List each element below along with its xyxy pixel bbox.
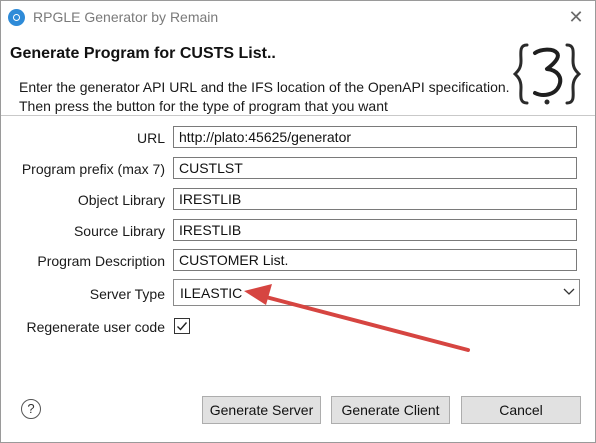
regenerate-user-code-label: Regenerate user code xyxy=(26,319,165,335)
object-library-input[interactable]: IRESTLIB xyxy=(173,188,577,210)
generate-server-button[interactable]: Generate Server xyxy=(202,396,321,424)
chevron-down-icon[interactable] xyxy=(563,284,575,300)
program-description-input[interactable]: CUSTOMER List. xyxy=(173,249,577,271)
curly-brace-3-logo-icon xyxy=(513,43,581,105)
button-bar: ? Generate Server Generate Client Cancel xyxy=(1,356,595,442)
cancel-button[interactable]: Cancel xyxy=(461,396,581,424)
program-prefix-label: Program prefix (max 7) xyxy=(21,161,165,177)
dialog-heading: Generate Program for CUSTS List.. xyxy=(10,45,276,62)
help-icon[interactable]: ? xyxy=(21,399,41,419)
close-icon[interactable]: ✕ xyxy=(567,7,585,27)
checkmark-icon xyxy=(177,322,188,331)
url-label: URL xyxy=(136,130,165,146)
generate-client-button[interactable]: Generate Client xyxy=(331,396,450,424)
generator-dialog: RPGLE Generator by Remain ✕ Generate Pro… xyxy=(0,0,596,443)
header-banner: Generate Program for CUSTS List.. Enter … xyxy=(1,35,595,115)
program-prefix-input[interactable]: CUSTLST xyxy=(173,157,577,179)
source-library-label: Source Library xyxy=(73,223,165,239)
server-type-select[interactable]: ILEASTIC xyxy=(173,279,580,306)
title-bar: RPGLE Generator by Remain ✕ xyxy=(1,1,595,35)
server-type-label: Server Type xyxy=(89,286,165,302)
dialog-description: Enter the generator API URL and the IFS … xyxy=(19,79,510,114)
server-type-value: ILEASTIC xyxy=(180,285,243,301)
source-library-input[interactable]: IRESTLIB xyxy=(173,219,577,241)
program-description-label: Program Description xyxy=(37,253,165,269)
window-title: RPGLE Generator by Remain xyxy=(33,9,219,25)
app-icon xyxy=(8,9,25,26)
object-library-label: Object Library xyxy=(77,192,165,208)
url-input[interactable]: http://plato:45625/generator xyxy=(173,126,577,148)
regenerate-user-code-checkbox[interactable] xyxy=(174,318,190,334)
